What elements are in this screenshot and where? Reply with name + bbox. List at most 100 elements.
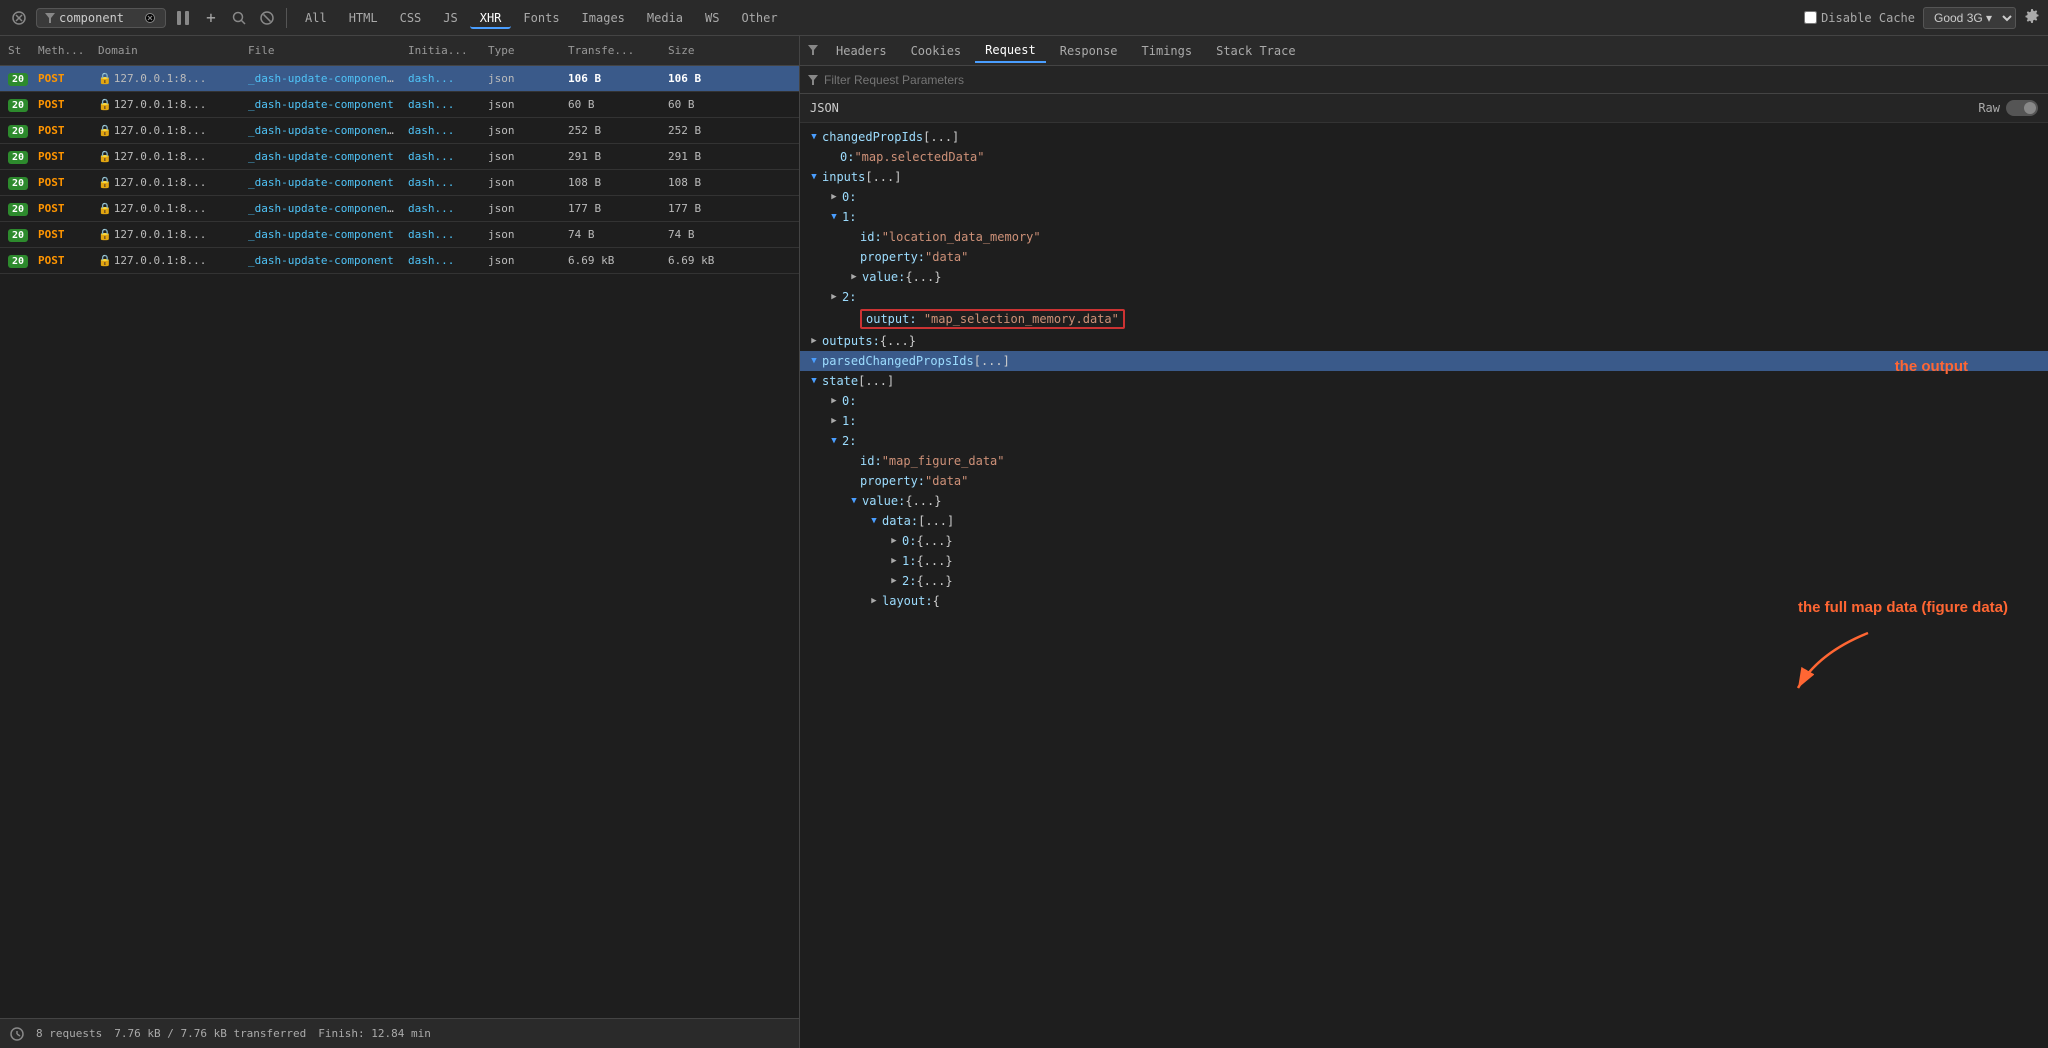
tab-xhr[interactable]: XHR: [470, 7, 512, 29]
json-value: "map.selectedData": [854, 150, 984, 164]
json-line[interactable]: id: "location_data_memory": [800, 227, 2048, 247]
json-bracket: [...]: [923, 130, 959, 144]
json-key: changedPropIds: [822, 130, 923, 144]
search-magnifier-icon[interactable]: [228, 7, 250, 29]
cell-domain: 🔒127.0.0.1:8...: [94, 72, 244, 85]
json-line[interactable]: ▼value: {...}: [800, 491, 2048, 511]
col-type: Type: [484, 44, 564, 57]
settings-icon[interactable]: [2024, 8, 2040, 27]
json-line[interactable]: ▶layout: {: [800, 591, 2048, 611]
tree-arrow-icon[interactable]: ▶: [808, 335, 820, 347]
tree-arrow-icon[interactable]: ▶: [828, 191, 840, 203]
disable-cache-checkbox[interactable]: Disable Cache: [1804, 11, 1915, 25]
filter-input-container: component: [36, 8, 166, 28]
filter-clear-icon[interactable]: [143, 11, 157, 25]
tab-request[interactable]: Request: [975, 39, 1046, 63]
json-line[interactable]: ▼2:: [800, 431, 2048, 451]
json-line[interactable]: ▶2: {...}: [800, 571, 2048, 591]
tree-arrow-icon[interactable]: ▼: [808, 375, 820, 387]
json-key: inputs: [822, 170, 865, 184]
tree-arrow-icon[interactable]: ▼: [808, 355, 820, 367]
add-icon[interactable]: +: [200, 7, 222, 29]
json-line[interactable]: ▼parsedChangedPropsIds [...]: [800, 351, 2048, 371]
cell-file: _dash-update-component: [244, 98, 404, 111]
json-key: value:: [862, 494, 905, 508]
json-line[interactable]: ▼1:: [800, 207, 2048, 227]
json-line[interactable]: ▼inputs [...]: [800, 167, 2048, 187]
tree-arrow-icon[interactable]: ▼: [808, 171, 820, 183]
tab-timings[interactable]: Timings: [1132, 40, 1203, 62]
json-line[interactable]: ▶0:: [800, 391, 2048, 411]
block-icon[interactable]: [256, 7, 278, 29]
tree-arrow-icon[interactable]: ▼: [848, 495, 860, 507]
tree-arrow-icon[interactable]: ▶: [888, 575, 900, 587]
clear-icon[interactable]: [8, 7, 30, 29]
cell-file: _dash-update-component: [244, 176, 404, 189]
cell-transfer: 74 B: [564, 228, 664, 241]
tree-arrow-icon[interactable]: ▶: [868, 595, 880, 607]
tree-arrow-icon[interactable]: ▶: [848, 271, 860, 283]
filter-request-input[interactable]: [824, 73, 2040, 87]
filter-text: component: [59, 11, 124, 25]
table-row[interactable]: 20POST🔒127.0.0.1:8..._dash-update-compon…: [0, 196, 799, 222]
json-line[interactable]: property: "data": [800, 471, 2048, 491]
table-row[interactable]: 20POST🔒127.0.0.1:8..._dash-update-compon…: [0, 248, 799, 274]
json-line[interactable]: ▼changedPropIds [...]: [800, 127, 2048, 147]
json-line[interactable]: property: "data": [800, 247, 2048, 267]
table-row[interactable]: 20POST🔒127.0.0.1:8..._dash-update-compon…: [0, 144, 799, 170]
tree-arrow-icon[interactable]: ▶: [828, 415, 840, 427]
tab-media[interactable]: Media: [637, 7, 693, 29]
cell-initiator: dash...: [404, 98, 484, 111]
tab-response[interactable]: Response: [1050, 40, 1128, 62]
json-line[interactable]: ▶value: {...}: [800, 267, 2048, 287]
table-row[interactable]: 20POST🔒127.0.0.1:8..._dash-update-compon…: [0, 170, 799, 196]
tree-arrow-icon[interactable]: ▶: [888, 535, 900, 547]
tree-arrow-icon[interactable]: ▶: [888, 555, 900, 567]
json-line[interactable]: ▼state [...]: [800, 371, 2048, 391]
tab-css[interactable]: CSS: [390, 7, 432, 29]
table-row[interactable]: 20POST🔒127.0.0.1:8..._dash-update-compon…: [0, 92, 799, 118]
toolbar: component + All HTML CSS JS XHR Fonts Im…: [0, 0, 2048, 36]
tab-js[interactable]: JS: [433, 7, 467, 29]
pause-icon[interactable]: [172, 7, 194, 29]
raw-toggle-switch[interactable]: [2006, 100, 2038, 116]
tab-other[interactable]: Other: [731, 7, 787, 29]
json-line[interactable]: ▶2:: [800, 287, 2048, 307]
toolbar-divider: [286, 8, 287, 28]
tab-stack-trace[interactable]: Stack Trace: [1206, 40, 1305, 62]
lock-icon: 🔒: [98, 98, 112, 111]
json-line[interactable]: ▶outputs: {...}: [800, 331, 2048, 351]
json-line[interactable]: ▶0:: [800, 187, 2048, 207]
tab-headers[interactable]: Headers: [826, 40, 897, 62]
json-line[interactable]: id: "map_figure_data": [800, 451, 2048, 471]
network-throttle-select[interactable]: Good 3G ▾: [1923, 7, 2016, 29]
json-line[interactable]: ▼data: [...]: [800, 511, 2048, 531]
cell-initiator: dash...: [404, 254, 484, 267]
tab-fonts[interactable]: Fonts: [513, 7, 569, 29]
tab-ws[interactable]: WS: [695, 7, 729, 29]
tab-cookies[interactable]: Cookies: [901, 40, 972, 62]
tree-arrow-icon[interactable]: ▼: [828, 211, 840, 223]
json-tree: ▼changedPropIds [...]0: "map.selectedDat…: [800, 123, 2048, 1048]
table-row[interactable]: 20POST🔒127.0.0.1:8..._dash-update-compon…: [0, 222, 799, 248]
tab-images[interactable]: Images: [572, 7, 635, 29]
json-line[interactable]: ▶1: {...}: [800, 551, 2048, 571]
table-row[interactable]: 20POST🔒127.0.0.1:8..._dash-update-compon…: [0, 118, 799, 144]
toggle-knob: [2024, 102, 2036, 114]
json-key: id:: [860, 454, 882, 468]
json-line[interactable]: ▶0: {...}: [800, 531, 2048, 551]
tree-arrow-icon[interactable]: ▼: [808, 131, 820, 143]
cell-status: 20: [4, 98, 34, 112]
json-line[interactable]: ▶1:: [800, 411, 2048, 431]
table-row[interactable]: 20POST🔒127.0.0.1:8..._dash-update-compon…: [0, 66, 799, 92]
json-bracket: {...}: [916, 574, 952, 588]
tab-all[interactable]: All: [295, 7, 337, 29]
tree-arrow-icon[interactable]: ▶: [828, 291, 840, 303]
raw-toggle[interactable]: Raw: [1978, 100, 2038, 116]
tree-arrow-icon[interactable]: ▶: [828, 395, 840, 407]
tree-arrow-icon[interactable]: ▼: [868, 515, 880, 527]
tree-arrow-icon[interactable]: ▼: [828, 435, 840, 447]
tab-html[interactable]: HTML: [339, 7, 388, 29]
json-line[interactable]: output: "map_selection_memory.data": [800, 307, 2048, 331]
json-line[interactable]: 0: "map.selectedData": [800, 147, 2048, 167]
